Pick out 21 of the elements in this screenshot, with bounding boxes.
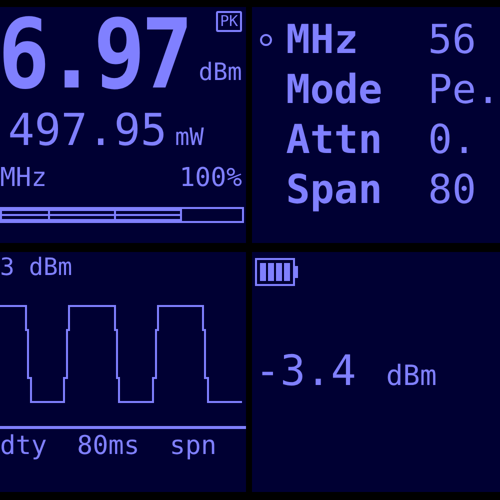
- power-reading: 6.97: [0, 7, 190, 104]
- trace-reading: 3 dBm: [0, 252, 74, 282]
- setting-label[interactable]: MHz: [286, 15, 378, 65]
- footer-label: dty: [0, 430, 47, 463]
- setting-value: 80: [428, 166, 478, 215]
- secondary-reading: -3.4: [255, 346, 356, 395]
- footer-label: spn: [170, 430, 217, 463]
- unit-label: dBm: [386, 359, 437, 392]
- unit-label: dBm: [198, 58, 242, 86]
- peak-badge: PK: [216, 11, 242, 32]
- setting-value: 0.: [428, 116, 478, 165]
- footer-label: 80ms: [76, 430, 140, 463]
- setting-label[interactable]: Attn: [286, 115, 378, 165]
- unit-label: mW: [174, 123, 204, 151]
- setting-value: 56: [428, 16, 478, 65]
- setting-label[interactable]: Span: [286, 165, 378, 215]
- battery-icon: [255, 258, 299, 286]
- setting-value: Pe.: [428, 66, 500, 115]
- power-value: 497.95: [8, 107, 167, 155]
- frequency-unit: MHz: [0, 163, 47, 193]
- percent-label: 100%: [179, 163, 242, 193]
